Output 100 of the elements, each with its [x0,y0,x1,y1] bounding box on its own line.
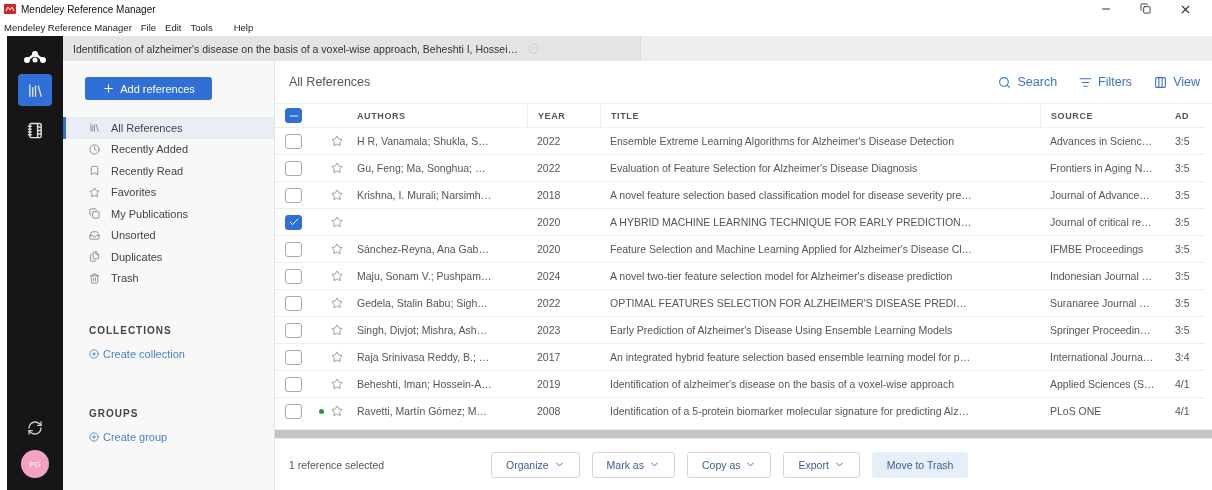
filter-icon [1079,75,1093,89]
sidebar-item[interactable]: Recently Read [63,160,274,182]
check-icon [287,216,300,228]
table-cell: 3:5 [1175,270,1190,282]
footer-button[interactable]: Mark as [591,451,675,478]
star-icon[interactable] [331,162,343,174]
column-header[interactable]: TITLE [600,104,1040,127]
table-cell: 2022 [537,135,561,147]
table-cell: Feature Selection and Machine Learning Applied for Alzheimer's Disease Cl… [610,243,973,255]
star-icon[interactable] [331,189,343,201]
nav-icon [89,122,100,134]
table-cell: 2020 [537,216,561,228]
table-cell: Ensemble Extreme Learning Algorithms for Alzheimer's Disease Detection [610,135,954,147]
library-button[interactable] [18,74,52,106]
footer-button[interactable]: Export [783,451,860,478]
table-cell: PLoS ONE [1050,405,1102,417]
sidebar-item[interactable]: Unsorted [63,224,274,246]
table-cell: 3:5 [1175,189,1190,201]
sidebar-item[interactable]: Trash [63,267,274,289]
table-cell: Singh, Divjot; Mishra, Ash… [357,324,488,336]
star-icon[interactable] [331,405,343,417]
star-icon[interactable] [331,378,343,390]
menu-item[interactable]: Edit [165,21,182,33]
sync-icon[interactable] [27,420,43,436]
table-cell: 2024 [537,270,561,282]
create-link[interactable]: Create group [89,431,274,443]
selection-status: 1 reference selected [289,458,386,471]
close-tab-icon[interactable] [528,43,539,54]
row-checkbox[interactable] [285,214,302,230]
star-icon[interactable] [331,243,343,255]
table-cell: OPTIMAL FEATURES SELECTION FOR ALZHEIMER'S DISEASE PREDI… [610,297,967,309]
sidebar-item[interactable]: Favorites [63,181,274,203]
table-cell: Frontiers in Aging N… [1050,162,1153,174]
nav-icon [89,208,100,220]
row-checkbox[interactable] [285,241,302,257]
sidebar-item[interactable]: My Publications [63,203,274,225]
plus-circle-icon [89,349,99,359]
row-checkbox[interactable] [285,376,302,392]
row-checkbox[interactable] [285,403,302,419]
star-icon[interactable] [331,135,343,147]
star-icon[interactable] [331,324,343,336]
star-icon[interactable] [331,351,343,363]
table-cell: 3:5 [1175,135,1190,147]
table-cell: 3:5 [1175,162,1190,174]
toolbar-button[interactable]: Search [998,75,1058,89]
add-references-button[interactable]: Add references [85,77,212,100]
menu-item[interactable]: File [140,21,157,33]
table-cell: 3:5 [1175,243,1190,255]
row-checkbox[interactable] [285,322,302,338]
table-cell: Identification of alzheimer's disease on the basis of a voxel-wise approach [610,378,955,390]
document-tab[interactable]: Identification of alzheimer's disease on the basis of a voxel-wise approach, Beheshti I, Hossei… [63,36,641,61]
logo-icon [23,50,47,64]
menu-item[interactable]: Tools [190,21,213,33]
toolbar-button[interactable]: Filters [1079,75,1133,89]
row-checkbox[interactable] [285,349,302,365]
row-checkbox[interactable] [285,133,302,149]
table-cell: 2022 [537,297,561,309]
columns-icon [1154,75,1168,89]
table-cell: IFMBE Proceedings [1050,243,1144,255]
column-header[interactable]: YEAR [527,104,600,127]
sidebar-item[interactable]: Duplicates [63,246,274,268]
column-header[interactable]: SOURCE [1040,104,1165,127]
nav-icon [89,165,100,177]
table-cell: Krishna, I. Murali; Narsimh… [357,189,492,201]
window-title: Mendeley Reference Manager [21,3,156,15]
footer-button[interactable]: Organize [491,451,580,478]
sidebar-item[interactable]: All References [63,117,274,139]
library-icon [26,81,44,99]
page-title: All References [289,75,371,89]
menu-item[interactable]: Mendeley Reference Manager [4,21,132,33]
plus-icon [102,82,116,95]
star-icon[interactable] [331,297,343,309]
column-header[interactable]: AD [1165,104,1205,127]
select-all-checkbox[interactable] [285,108,302,123]
table-cell: Raja Srinivasa Reddy, B.; … [357,351,490,363]
star-icon[interactable] [331,216,343,228]
column-header[interactable]: AUTHORS [357,104,527,127]
row-checkbox[interactable] [285,268,302,284]
footer-button[interactable]: Move to Trash [871,451,969,478]
menu-item[interactable]: Help [233,21,254,33]
table-cell: A HYBRID MACHINE LEARNING TECHNIQUE FOR EARLY PREDICTION… [610,216,972,228]
section-heading: COLLECTIONS [89,325,173,336]
star-icon[interactable] [331,270,343,282]
toolbar-button[interactable]: View [1154,75,1200,89]
table-cell: 2023 [537,324,561,336]
table-cell: Gedela, Stalin Babu; Sigh… [357,297,488,309]
table-cell: Sánchez-Reyna, Ana Gab… [357,243,489,255]
table-cell: Maju, Sonam V.; Pushpam… [357,270,492,282]
table-cell: 3:5 [1175,216,1190,228]
row-checkbox[interactable] [285,295,302,311]
restore-icon[interactable] [1140,2,1151,14]
create-link[interactable]: Create collection [89,348,274,360]
row-checkbox[interactable] [285,160,302,176]
footer-button[interactable]: Copy as [686,451,772,478]
sidebar-item[interactable]: Recently Added [63,138,274,160]
horizontal-scrollbar[interactable] [275,429,1212,438]
table-cell: Ravetti, Martín Gómez; M… [357,405,488,417]
row-checkbox[interactable] [285,187,302,203]
table-cell: Beheshti, Iman; Hossein-A… [357,378,492,390]
search-icon [998,75,1012,89]
